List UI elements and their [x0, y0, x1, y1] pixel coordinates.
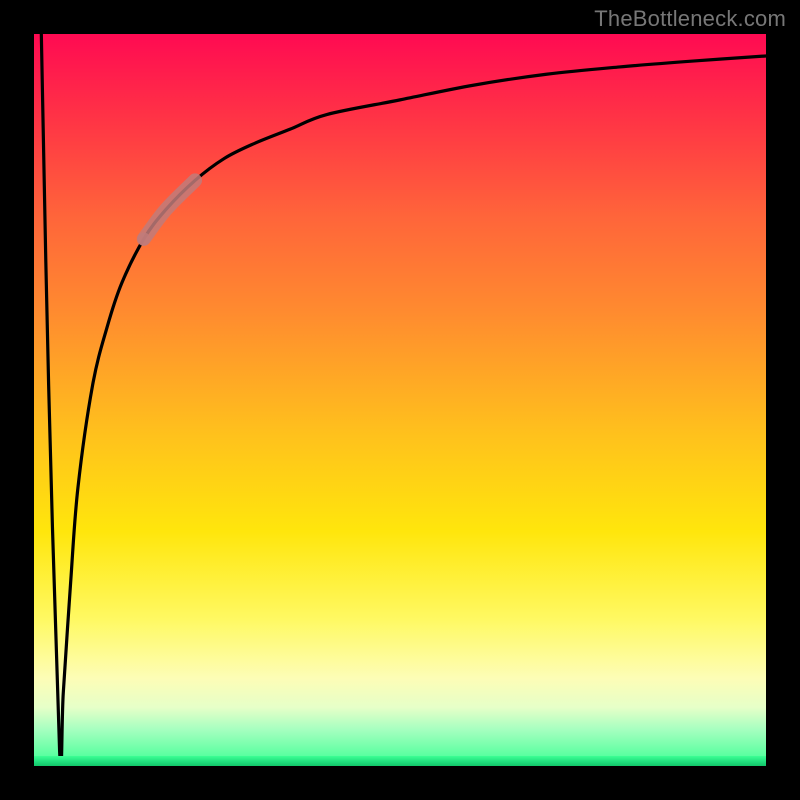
- plot-area: [34, 34, 766, 766]
- bottleneck-curve: [34, 34, 766, 766]
- chart-root: TheBottleneck.com: [0, 0, 800, 800]
- watermark-text: TheBottleneck.com: [594, 6, 786, 32]
